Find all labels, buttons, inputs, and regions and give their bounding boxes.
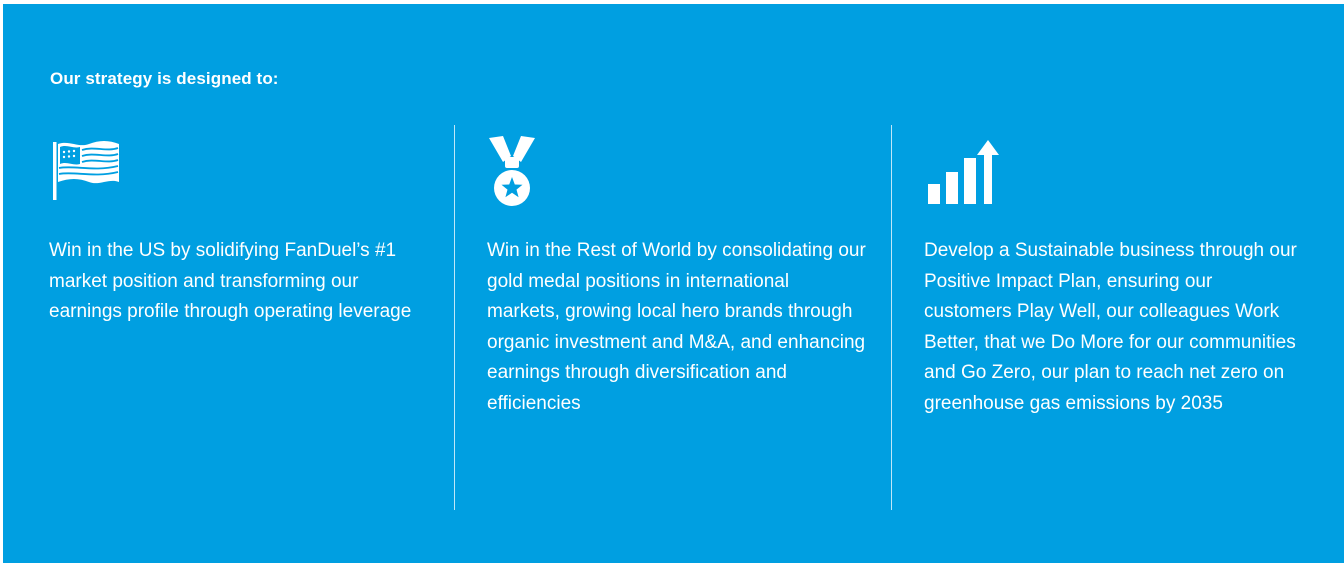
strategy-text-row: Win in the Rest of World by consolidatin… [487, 240, 866, 414]
strategy-text-us: Win in the US by solidifying FanDuel’s #… [49, 240, 412, 322]
strategy-text-sustainability: Develop a Sustainable business through o… [924, 240, 1297, 414]
medal-icon [489, 136, 535, 206]
strategy-panel: Our strategy is designed to: Win in the … [3, 4, 1344, 563]
growth-chart-icon [928, 140, 999, 204]
us-flag-icon [53, 141, 119, 200]
column-divider [454, 125, 455, 510]
column-divider [891, 125, 892, 510]
strategy-heading: Our strategy is designed to: [50, 69, 279, 88]
